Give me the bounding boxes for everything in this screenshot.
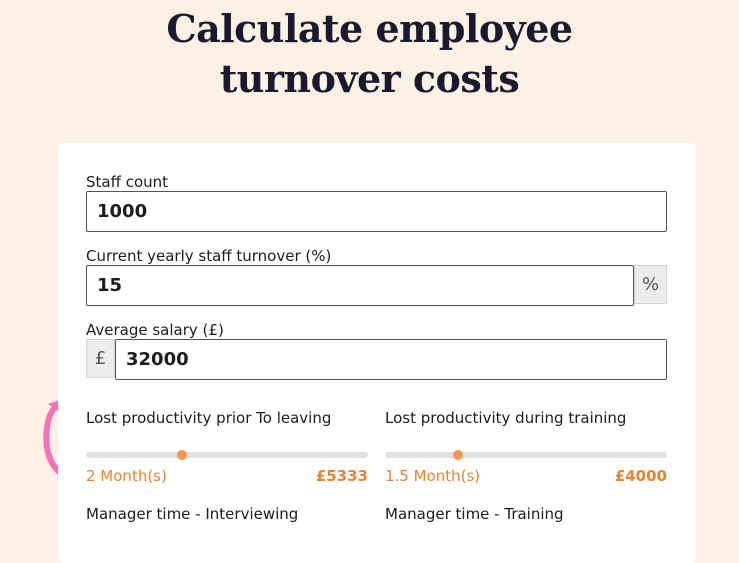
- page-title-line1: Calculate employee: [166, 6, 573, 51]
- slider-thumb-prior-leaving[interactable]: [176, 450, 187, 460]
- turnover-label: Current yearly staff turnover (%): [86, 247, 332, 265]
- percent-addon: %: [634, 265, 667, 304]
- slider-label-during-training: Lost productivity during training: [385, 409, 627, 427]
- turnover-input[interactable]: 15: [86, 265, 634, 306]
- manager-interviewing-label: Manager time - Interviewing: [86, 505, 299, 523]
- page-title-line2: turnover costs: [219, 56, 520, 101]
- slider-track-prior-leaving[interactable]: [86, 450, 368, 460]
- slider-cost-during-training: £4000: [614, 467, 667, 485]
- slider-value-during-training: 1.5 Month(s): [385, 467, 481, 485]
- slider-thumb-during-training[interactable]: [453, 450, 464, 460]
- manager-training-label: Manager time - Training: [385, 505, 564, 523]
- slider-label-prior-leaving: Lost productivity prior To leaving: [86, 409, 332, 427]
- slider-track-during-training[interactable]: [385, 450, 667, 460]
- slider-cost-prior-leaving: £5333: [315, 467, 368, 485]
- salary-input[interactable]: 32000: [115, 339, 667, 380]
- staff-count-label: Staff count: [86, 173, 169, 191]
- pound-addon: £: [86, 339, 115, 378]
- salary-label: Average salary (£): [86, 321, 224, 339]
- calculator-card: Staff count 1000 Current yearly staff tu…: [58, 143, 696, 563]
- page-title: Calculate employee turnover costs: [0, 4, 739, 104]
- slider-value-prior-leaving: 2 Month(s): [86, 467, 167, 485]
- staff-count-input[interactable]: 1000: [86, 191, 667, 232]
